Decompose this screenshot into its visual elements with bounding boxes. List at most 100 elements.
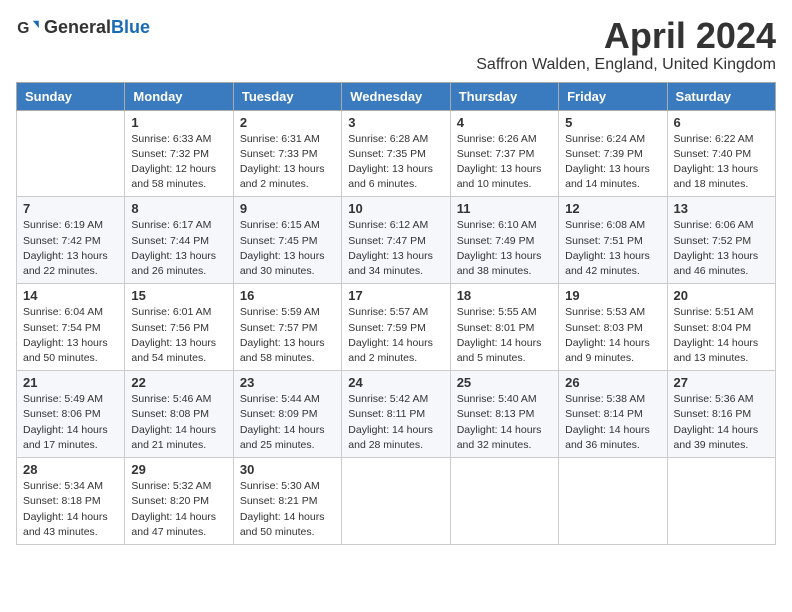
calendar-cell: 24Sunrise: 5:42 AM Sunset: 8:11 PM Dayli…: [342, 371, 450, 458]
logo-icon: G: [16, 16, 40, 40]
calendar-cell: 6 Sunrise: 6:22 AM Sunset: 7:40 PM Daylig…: [667, 110, 775, 197]
title-block: April 2024 Saffron Walden, England, Unit…: [476, 16, 776, 74]
day-number: 29: [131, 462, 226, 477]
calendar-cell: 29 Sunrise: 5:32 AM Sunset: 8:20 PM Dayli…: [125, 458, 233, 545]
calendar-cell: 25Sunrise: 5:40 AM Sunset: 8:13 PM Dayli…: [450, 371, 558, 458]
week-row-3: 14 Sunrise: 6:04 AM Sunset: 7:54 PM Dayli…: [17, 284, 776, 371]
day-number: 28: [23, 462, 118, 477]
column-header-wednesday: Wednesday: [342, 82, 450, 110]
day-number: 22: [131, 375, 226, 390]
calendar-cell: 20 Sunrise: 5:51 AM Sunset: 8:04 PM Dayli…: [667, 284, 775, 371]
day-number: 5: [565, 115, 660, 130]
day-number: 9: [240, 201, 335, 216]
month-title: April 2024: [476, 16, 776, 56]
calendar-cell: 27 Sunrise: 5:36 AM Sunset: 8:16 PM Dayli…: [667, 371, 775, 458]
logo: G GeneralBlue: [16, 16, 150, 40]
calendar-cell: [450, 458, 558, 545]
calendar-cell: [17, 110, 125, 197]
day-info: Sunrise: 5:36 AM Sunset: 8:16 PM Dayligh…: [674, 392, 769, 453]
day-info: Sunrise: 6:10 AM Sunset: 7:49 PM Dayligh…: [457, 218, 552, 279]
day-number: 18: [457, 288, 552, 303]
calendar-cell: 17 Sunrise: 5:57 AM Sunset: 7:59 PM Dayli…: [342, 284, 450, 371]
calendar-header-row: SundayMondayTuesdayWednesdayThursdayFrid…: [17, 82, 776, 110]
day-number: 23: [240, 375, 335, 390]
day-info: Sunrise: 6:28 AM Sunset: 7:35 PM Dayligh…: [348, 132, 443, 193]
calendar-cell: [342, 458, 450, 545]
column-header-tuesday: Tuesday: [233, 82, 341, 110]
calendar-cell: 13 Sunrise: 6:06 AM Sunset: 7:52 PM Dayli…: [667, 197, 775, 284]
day-info: Sunrise: 6:08 AM Sunset: 7:51 PM Dayligh…: [565, 218, 660, 279]
column-header-saturday: Saturday: [667, 82, 775, 110]
calendar-cell: 10 Sunrise: 6:12 AM Sunset: 7:47 PM Dayli…: [342, 197, 450, 284]
calendar-cell: 28Sunrise: 5:34 AM Sunset: 8:18 PM Dayli…: [17, 458, 125, 545]
day-number: 16: [240, 288, 335, 303]
week-row-4: 21 Sunrise: 5:49 AM Sunset: 8:06 PM Dayli…: [17, 371, 776, 458]
calendar-cell: 22Sunrise: 5:46 AM Sunset: 8:08 PM Dayli…: [125, 371, 233, 458]
day-number: 10: [348, 201, 443, 216]
calendar-cell: 14 Sunrise: 6:04 AM Sunset: 7:54 PM Dayli…: [17, 284, 125, 371]
calendar-cell: 9 Sunrise: 6:15 AM Sunset: 7:45 PM Daylig…: [233, 197, 341, 284]
calendar-cell: 30 Sunrise: 5:30 AM Sunset: 8:21 PM Dayli…: [233, 458, 341, 545]
calendar-cell: [667, 458, 775, 545]
day-number: 8: [131, 201, 226, 216]
logo-text-general: General: [44, 17, 111, 37]
week-row-2: 7 Sunrise: 6:19 AM Sunset: 7:42 PM Daylig…: [17, 197, 776, 284]
calendar-cell: 12Sunrise: 6:08 AM Sunset: 7:51 PM Dayli…: [559, 197, 667, 284]
day-info: Sunrise: 5:30 AM Sunset: 8:21 PM Dayligh…: [240, 479, 335, 540]
day-number: 13: [674, 201, 769, 216]
day-info: Sunrise: 6:26 AM Sunset: 7:37 PM Dayligh…: [457, 132, 552, 193]
day-info: Sunrise: 6:12 AM Sunset: 7:47 PM Dayligh…: [348, 218, 443, 279]
day-info: Sunrise: 6:01 AM Sunset: 7:56 PM Dayligh…: [131, 305, 226, 366]
day-number: 17: [348, 288, 443, 303]
calendar-cell: 4 Sunrise: 6:26 AM Sunset: 7:37 PM Daylig…: [450, 110, 558, 197]
week-row-5: 28Sunrise: 5:34 AM Sunset: 8:18 PM Dayli…: [17, 458, 776, 545]
day-info: Sunrise: 6:31 AM Sunset: 7:33 PM Dayligh…: [240, 132, 335, 193]
day-number: 24: [348, 375, 443, 390]
day-info: Sunrise: 6:17 AM Sunset: 7:44 PM Dayligh…: [131, 218, 226, 279]
logo-text-blue: Blue: [111, 17, 150, 37]
day-number: 6: [674, 115, 769, 130]
day-info: Sunrise: 5:49 AM Sunset: 8:06 PM Dayligh…: [23, 392, 118, 453]
day-number: 20: [674, 288, 769, 303]
day-number: 4: [457, 115, 552, 130]
calendar-cell: 5 Sunrise: 6:24 AM Sunset: 7:39 PM Daylig…: [559, 110, 667, 197]
day-number: 2: [240, 115, 335, 130]
day-info: Sunrise: 5:38 AM Sunset: 8:14 PM Dayligh…: [565, 392, 660, 453]
day-number: 21: [23, 375, 118, 390]
calendar-cell: 19Sunrise: 5:53 AM Sunset: 8:03 PM Dayli…: [559, 284, 667, 371]
calendar-cell: 21 Sunrise: 5:49 AM Sunset: 8:06 PM Dayli…: [17, 371, 125, 458]
calendar-cell: 8 Sunrise: 6:17 AM Sunset: 7:44 PM Daylig…: [125, 197, 233, 284]
day-info: Sunrise: 5:53 AM Sunset: 8:03 PM Dayligh…: [565, 305, 660, 366]
day-number: 27: [674, 375, 769, 390]
day-info: Sunrise: 5:40 AM Sunset: 8:13 PM Dayligh…: [457, 392, 552, 453]
day-info: Sunrise: 5:51 AM Sunset: 8:04 PM Dayligh…: [674, 305, 769, 366]
calendar-cell: 26Sunrise: 5:38 AM Sunset: 8:14 PM Dayli…: [559, 371, 667, 458]
day-info: Sunrise: 5:32 AM Sunset: 8:20 PM Dayligh…: [131, 479, 226, 540]
calendar-cell: 3Sunrise: 6:28 AM Sunset: 7:35 PM Daylig…: [342, 110, 450, 197]
day-info: Sunrise: 5:55 AM Sunset: 8:01 PM Dayligh…: [457, 305, 552, 366]
day-info: Sunrise: 6:06 AM Sunset: 7:52 PM Dayligh…: [674, 218, 769, 279]
calendar-table: SundayMondayTuesdayWednesdayThursdayFrid…: [16, 82, 776, 545]
day-info: Sunrise: 6:24 AM Sunset: 7:39 PM Dayligh…: [565, 132, 660, 193]
calendar-cell: 15 Sunrise: 6:01 AM Sunset: 7:56 PM Dayli…: [125, 284, 233, 371]
calendar-cell: 11 Sunrise: 6:10 AM Sunset: 7:49 PM Dayli…: [450, 197, 558, 284]
day-number: 15: [131, 288, 226, 303]
column-header-thursday: Thursday: [450, 82, 558, 110]
day-info: Sunrise: 5:44 AM Sunset: 8:09 PM Dayligh…: [240, 392, 335, 453]
day-info: Sunrise: 6:15 AM Sunset: 7:45 PM Dayligh…: [240, 218, 335, 279]
day-info: Sunrise: 5:57 AM Sunset: 7:59 PM Dayligh…: [348, 305, 443, 366]
day-info: Sunrise: 6:33 AM Sunset: 7:32 PM Dayligh…: [131, 132, 226, 193]
day-info: Sunrise: 6:19 AM Sunset: 7:42 PM Dayligh…: [23, 218, 118, 279]
day-number: 7: [23, 201, 118, 216]
day-number: 30: [240, 462, 335, 477]
day-info: Sunrise: 6:22 AM Sunset: 7:40 PM Dayligh…: [674, 132, 769, 193]
calendar-cell: 18 Sunrise: 5:55 AM Sunset: 8:01 PM Dayli…: [450, 284, 558, 371]
page-header: G GeneralBlue April 2024 Saffron Walden,…: [16, 16, 776, 74]
day-info: Sunrise: 6:04 AM Sunset: 7:54 PM Dayligh…: [23, 305, 118, 366]
day-number: 14: [23, 288, 118, 303]
calendar-cell: 16Sunrise: 5:59 AM Sunset: 7:57 PM Dayli…: [233, 284, 341, 371]
column-header-monday: Monday: [125, 82, 233, 110]
calendar-cell: 2 Sunrise: 6:31 AM Sunset: 7:33 PM Daylig…: [233, 110, 341, 197]
week-row-1: 1Sunrise: 6:33 AM Sunset: 7:32 PM Daylig…: [17, 110, 776, 197]
day-number: 11: [457, 201, 552, 216]
